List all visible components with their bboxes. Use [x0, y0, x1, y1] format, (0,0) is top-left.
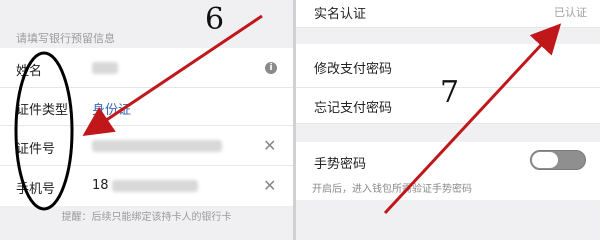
- name-label: 姓名: [16, 64, 43, 79]
- right-panel: 实名认证 已认证 修改支付密码 忘记支付密码 手势密码 开启后，进入钱包所需验证…: [296, 0, 600, 240]
- name-value-blurred: [92, 62, 118, 74]
- realname-row[interactable]: 实名认证 已认证: [296, 0, 600, 28]
- change-pay-password-label: 修改支付密码: [314, 62, 393, 77]
- id-type-label: 证件类型: [16, 103, 69, 118]
- gesture-password-label: 手势密码: [314, 157, 367, 172]
- id-number-label: 证件号: [16, 142, 56, 157]
- id-number-value-blurred: [92, 140, 222, 152]
- id-type-value[interactable]: 身份证: [92, 99, 131, 118]
- forgot-pay-password-label: 忘记支付密码: [314, 101, 393, 116]
- phone-row[interactable]: 手机号 18 ✕: [0, 166, 293, 206]
- annotation-digit-6: 6: [205, 2, 225, 37]
- close-icon[interactable]: ✕: [263, 138, 276, 154]
- toggle-knob: [532, 152, 558, 168]
- bank-info-hint: 请填写银行预留信息: [16, 32, 115, 45]
- annotation-digit-7: 7: [440, 75, 460, 110]
- left-panel: 请填写银行预留信息 姓名 i 证件类型 身份证 证件号 ✕ 手机号 18 ✕ 提…: [0, 0, 293, 240]
- close-icon[interactable]: ✕: [263, 178, 276, 194]
- phone-value-blurred: [112, 180, 198, 192]
- gesture-password-description: 开启后，进入钱包所需验证手势密码: [312, 184, 472, 195]
- realname-status: 已认证: [554, 6, 587, 19]
- id-type-row[interactable]: 证件类型 身份证: [0, 88, 293, 126]
- id-number-row[interactable]: 证件号 ✕: [0, 126, 293, 166]
- phone-prefix: 18: [92, 178, 109, 193]
- name-row[interactable]: 姓名 i: [0, 48, 293, 88]
- bottom-hint: 提醒：后续只能绑定该持卡人的银行卡: [61, 212, 232, 223]
- phone-label: 手机号: [16, 182, 56, 197]
- info-icon[interactable]: i: [265, 62, 277, 74]
- realname-label: 实名认证: [314, 7, 367, 22]
- gesture-password-toggle[interactable]: [530, 150, 586, 170]
